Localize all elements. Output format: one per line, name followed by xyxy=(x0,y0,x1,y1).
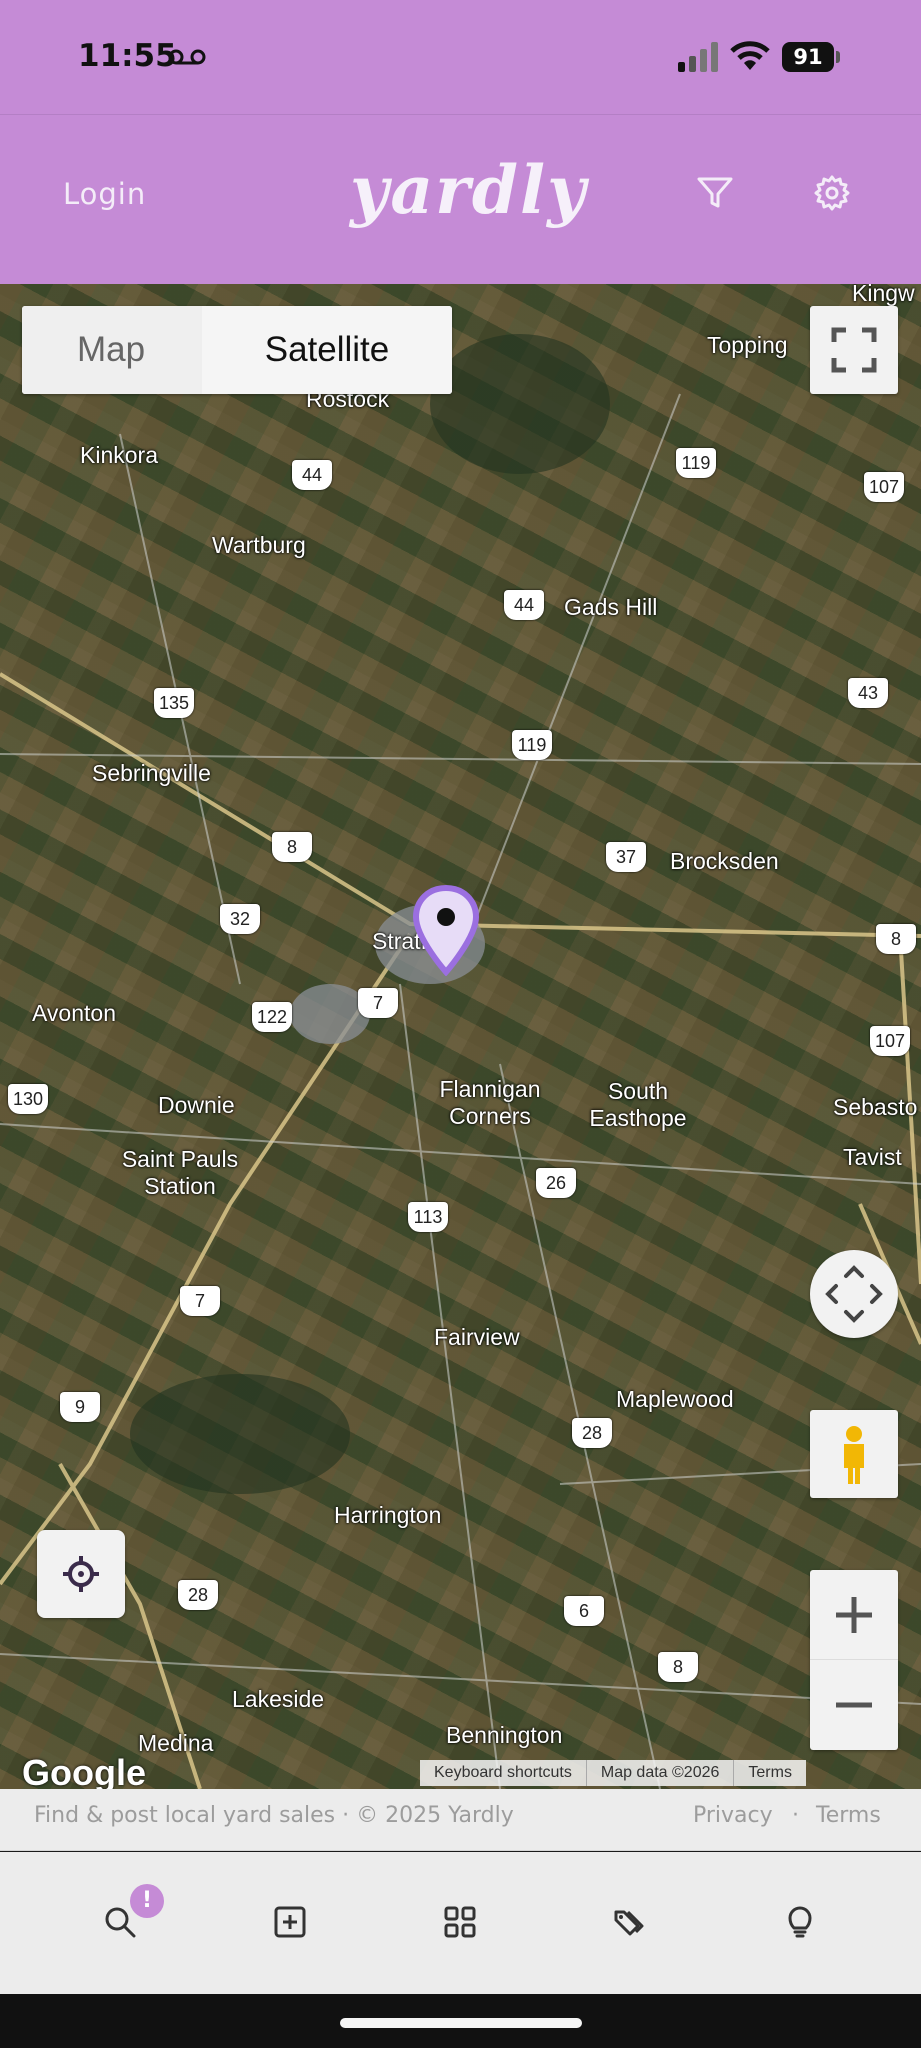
map-place-label: Sebasto xyxy=(833,1094,918,1120)
tab-search[interactable]: ! xyxy=(90,1884,164,1952)
terms-link[interactable]: Terms xyxy=(816,1803,881,1828)
cellular-signal-icon xyxy=(678,42,718,72)
crosshair-icon xyxy=(63,1556,99,1592)
camera-control-button[interactable] xyxy=(810,1250,898,1338)
road-shield: 119 xyxy=(512,730,552,760)
map-place-label: Flannigan Corners xyxy=(439,1076,541,1129)
road-shield: 122 xyxy=(252,1002,293,1032)
road-shield: 7 xyxy=(358,988,398,1018)
map-place-label: Topping xyxy=(707,332,788,358)
map-data-text: Map data ©2026 xyxy=(585,1760,734,1786)
gear-icon[interactable] xyxy=(812,173,852,213)
home-indicator[interactable] xyxy=(340,2018,582,2028)
zoom-control xyxy=(810,1570,898,1750)
footer: Find & post local yard sales · © 2025 Ya… xyxy=(0,1789,921,1851)
location-pin-icon[interactable] xyxy=(412,884,480,976)
app-logo: yardly xyxy=(350,151,588,229)
status-time: 11:55 xyxy=(78,38,177,74)
street-view-button[interactable] xyxy=(810,1410,898,1498)
map-terms-link[interactable]: Terms xyxy=(733,1760,806,1786)
map-place-label: Kingw xyxy=(852,284,915,306)
road-shield: 9 xyxy=(60,1392,100,1422)
keyboard-shortcuts-link[interactable]: Keyboard shortcuts xyxy=(420,1760,586,1786)
map-place-label: Sebringville xyxy=(92,760,211,786)
privacy-link[interactable]: Privacy xyxy=(693,1803,773,1828)
minus-icon xyxy=(836,1702,872,1708)
bottom-tab-bar: ! xyxy=(0,1852,921,1994)
road-shield: 28 xyxy=(178,1580,218,1610)
tab-deals[interactable] xyxy=(600,1892,660,1952)
footer-separator: · xyxy=(792,1803,799,1828)
status-bar: 11:55 91 xyxy=(0,0,921,114)
road-shield: 26 xyxy=(536,1168,576,1198)
login-button[interactable]: Login xyxy=(63,177,146,211)
wifi-icon xyxy=(730,41,770,70)
map-place-label: Harrington xyxy=(334,1502,442,1528)
map-place-label: Medina xyxy=(138,1730,214,1756)
map-place-label: Saint Pauls Station xyxy=(121,1146,239,1199)
battery-indicator: 91 xyxy=(782,42,842,72)
road-shield: 7 xyxy=(180,1286,220,1316)
road-shield: 37 xyxy=(606,842,646,872)
map-type-map-button[interactable]: Map xyxy=(22,306,202,394)
road-shield: 135 xyxy=(154,688,195,718)
road-shield: 32 xyxy=(220,904,260,934)
road-shield: 113 xyxy=(408,1202,448,1232)
map-place-label: Gads Hill xyxy=(564,594,658,620)
road-shield: 43 xyxy=(848,678,888,708)
map-type-toggle: Map Satellite xyxy=(22,306,452,394)
tab-browse[interactable] xyxy=(430,1892,490,1952)
road-shield: 44 xyxy=(504,590,544,620)
map-place-label: Bennington xyxy=(446,1722,563,1748)
map-roads xyxy=(0,334,921,1789)
map-place-label: Avonton xyxy=(32,1000,116,1026)
zoom-in-button[interactable] xyxy=(810,1570,898,1660)
satellite-map[interactable]: Topping Rostock Kinkora Wartburg Gads Hi… xyxy=(0,284,921,1789)
map-place-label: Fairview xyxy=(434,1324,520,1350)
map-place-label: Tavist xyxy=(843,1144,902,1170)
map-place-label: Wartburg xyxy=(212,532,306,558)
road-shield: 28 xyxy=(572,1418,612,1448)
lightbulb-icon xyxy=(788,1906,812,1938)
fullscreen-icon xyxy=(831,327,877,373)
road-shield: 119 xyxy=(676,448,716,478)
grid-icon xyxy=(444,1906,476,1938)
google-logo: Google xyxy=(22,1752,146,1789)
home-indicator-area xyxy=(0,1994,921,2048)
tab-add-listing[interactable] xyxy=(260,1892,320,1952)
road-shield: 8 xyxy=(876,924,916,954)
road-shield: 8 xyxy=(272,832,312,862)
voicemail-icon xyxy=(168,49,206,65)
notification-badge: ! xyxy=(130,1884,164,1918)
map-place-label: Brocksden xyxy=(670,848,779,874)
plus-icon xyxy=(836,1597,872,1633)
map-place-label: Lakeside xyxy=(232,1686,325,1712)
battery-nub xyxy=(836,51,840,63)
footer-tagline: Find & post local yard sales · © 2025 Ya… xyxy=(34,1803,514,1828)
move-arrows-icon xyxy=(825,1265,883,1323)
road-shield: 6 xyxy=(564,1596,604,1626)
pegman-icon xyxy=(844,1426,864,1484)
add-square-icon xyxy=(274,1906,306,1938)
map-place-label: South Easthope xyxy=(589,1078,687,1131)
my-location-button[interactable] xyxy=(37,1530,125,1618)
filter-icon[interactable] xyxy=(696,175,734,211)
fullscreen-button[interactable] xyxy=(810,306,898,394)
tab-tips[interactable] xyxy=(770,1892,830,1952)
map-place-label: Downie xyxy=(158,1092,235,1118)
map-place-label: Maplewood xyxy=(616,1386,734,1412)
tags-icon xyxy=(614,1910,644,1936)
road-shield: 130 xyxy=(8,1084,49,1114)
map-place-label: Kinkora xyxy=(80,442,158,468)
road-shield: 107 xyxy=(870,1026,911,1056)
app-header: Login yardly xyxy=(0,114,921,284)
battery-level: 91 xyxy=(782,42,834,72)
road-shield: 44 xyxy=(292,460,332,490)
map-type-satellite-button[interactable]: Satellite xyxy=(202,306,452,394)
road-shield: 107 xyxy=(864,472,905,502)
road-shield: 8 xyxy=(658,1652,698,1682)
map-attribution: Keyboard shortcuts Map data ©2026 Terms xyxy=(420,1760,806,1786)
zoom-out-button[interactable] xyxy=(810,1660,898,1750)
